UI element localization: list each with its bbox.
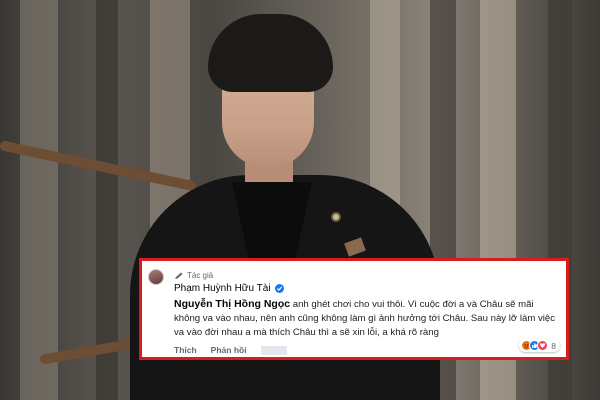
reaction-count: 8 [551,340,556,351]
love-icon [537,340,549,351]
author-badge-label: Tác giả [187,271,214,280]
author-name[interactable]: Phạm Huỳnh Hữu Tài [174,283,271,294]
comment-card: Tác giả Phạm Huỳnh Hữu Tài Nguyễn Thị Hồ… [139,258,569,360]
lapel-pin [331,212,341,222]
comment-text: Nguyễn Thị Hồng Ngọc anh ghét chơi cho v… [174,297,562,340]
timestamp-redacted [260,345,287,355]
author-row: Phạm Huỳnh Hữu Tài [174,283,284,294]
reaction-summary[interactable]: 8 [519,339,560,352]
comment-actions: Thích Phản hồi [174,345,287,355]
pen-icon [175,272,183,279]
mention-link[interactable]: Nguyễn Thị Hồng Ngọc [174,298,290,310]
person-hair [208,14,333,92]
wall-panel [96,0,118,400]
wall-panel [20,0,58,400]
avatar[interactable] [148,269,164,285]
verified-icon [274,284,284,293]
like-button[interactable]: Thích [174,345,197,355]
reply-button[interactable]: Phản hồi [211,345,247,355]
author-badge: Tác giả [174,271,213,280]
